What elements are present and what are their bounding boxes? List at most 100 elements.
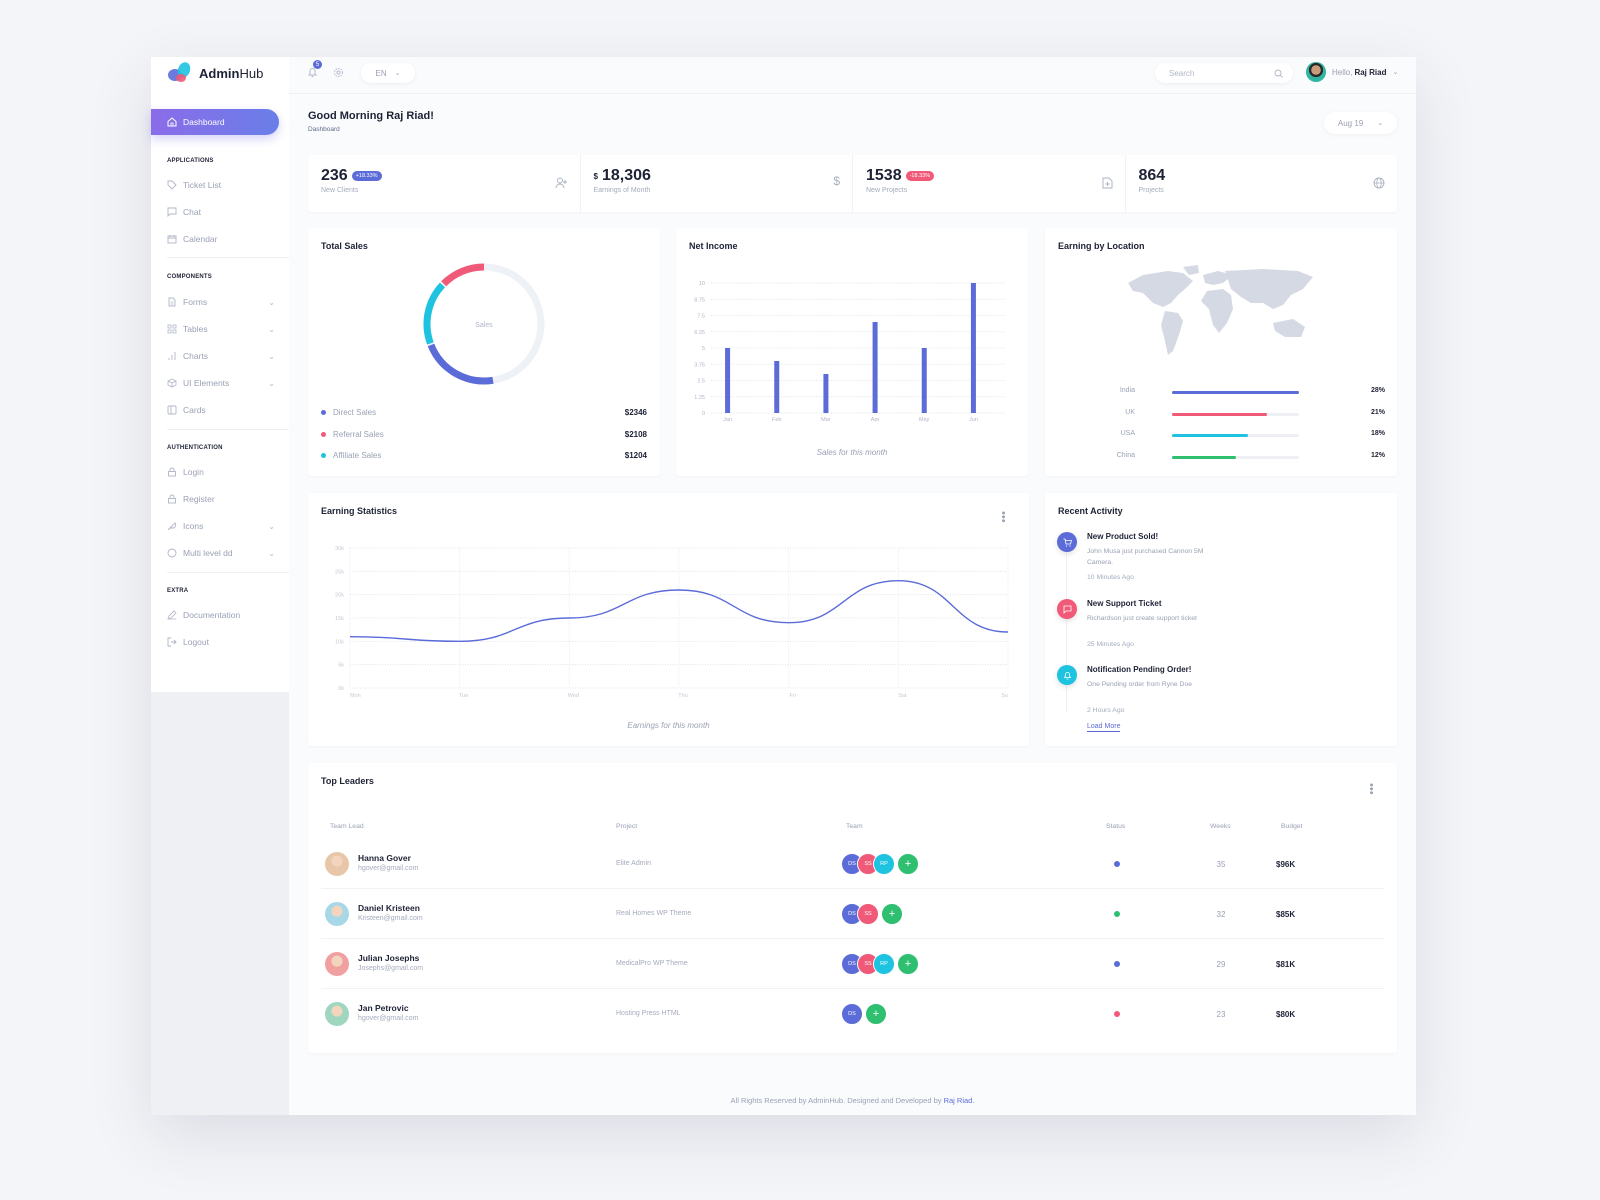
table-row[interactable]: Daniel Kristeen Kristeen@gmail.com Real …: [321, 889, 1384, 939]
sidebar-item-ui-elements[interactable]: UI Elements ⌄: [167, 376, 275, 390]
legend-value: $2108: [624, 430, 647, 439]
date-value: Aug 19: [1337, 118, 1364, 128]
search-input[interactable]: [1169, 68, 1259, 78]
stat-badge: -18.33%: [905, 171, 935, 181]
x-tick-label: Thu: [678, 693, 687, 699]
pen-icon: [167, 610, 177, 620]
more-options-icon[interactable]: •••: [1365, 783, 1377, 795]
donut-slice-referral-sales[interactable]: [441, 263, 485, 287]
tag-icon: [167, 180, 177, 190]
y-tick-label: 3.75: [694, 362, 705, 368]
sidebar-item-charts[interactable]: Charts ⌄: [167, 349, 275, 363]
column-header-status[interactable]: Status: [1106, 823, 1125, 830]
avatar: [325, 1002, 349, 1026]
team-member-avatar[interactable]: RP: [873, 853, 895, 875]
column-header-weeks[interactable]: Weeks: [1210, 823, 1231, 830]
language-select[interactable]: EN ⌄: [361, 63, 415, 83]
sidebar-item-cards[interactable]: Cards: [167, 403, 275, 417]
table-row[interactable]: Jan Petrovic hgover@gmail.com Hosting Pr…: [321, 989, 1384, 1039]
sidebar-item-icons[interactable]: Icons ⌄: [167, 519, 275, 533]
bar-mar[interactable]: [823, 374, 829, 413]
bar-may[interactable]: [921, 348, 927, 413]
legend-value: $2346: [624, 408, 647, 417]
sidebar-item-multi-level[interactable]: Multi level dd ⌄: [167, 546, 275, 560]
date-filter[interactable]: Aug 19 ⌄: [1324, 112, 1397, 134]
table-row[interactable]: Hanna Gover hgover@gmail.com Elite Admin…: [321, 839, 1384, 889]
earning-statistics-card: Earning Statistics ••• 0k 5k 10k 15k 20k 25k 3…: [308, 493, 1029, 746]
project-name: Real Homes WP Theme: [616, 910, 692, 917]
add-member-button[interactable]: +: [897, 953, 919, 975]
divider: [167, 257, 289, 258]
page-title: Good Morning Raj Riad!: [308, 110, 434, 122]
team-member-avatar[interactable]: SS: [857, 903, 879, 925]
stat-projects: 864 Projects: [1126, 155, 1398, 212]
total-sales-donut: Sales: [423, 263, 545, 385]
sidebar-item-forms[interactable]: Forms ⌄: [167, 295, 275, 309]
leader-name: Daniel Kristeen: [358, 903, 420, 913]
sidebar-item-documentation[interactable]: Documentation: [167, 608, 275, 622]
breadcrumb[interactable]: Dashboard: [308, 126, 340, 133]
section-extra: EXTRA: [167, 588, 189, 594]
sidebar-item-logout[interactable]: Logout: [167, 635, 275, 649]
top-leaders-card: Top Leaders ••• Team Lead Project Team S…: [308, 763, 1397, 1053]
search-icon[interactable]: [1274, 69, 1283, 78]
column-header-team-lead[interactable]: Team Lead: [330, 823, 364, 830]
sidebar-item-chat[interactable]: Chat: [167, 205, 275, 219]
donut-center-label: Sales: [475, 322, 493, 329]
footer-author-link[interactable]: Raj Riad.: [944, 1096, 975, 1105]
user-menu[interactable]: Hello, Raj Riad ⌄: [1306, 62, 1398, 82]
bar-jun[interactable]: [970, 283, 976, 413]
column-header-team[interactable]: Team: [846, 823, 863, 830]
y-tick-label: 30k: [335, 546, 344, 552]
settings-button[interactable]: [333, 67, 344, 78]
sidebar-item-dashboard[interactable]: Dashboard: [151, 109, 279, 135]
search-box[interactable]: [1155, 63, 1293, 83]
add-member-button[interactable]: +: [881, 903, 903, 925]
country-name: China: [1116, 451, 1135, 459]
logout-icon: [167, 637, 177, 647]
bar-feb[interactable]: [774, 361, 780, 413]
team-member-avatar[interactable]: RP: [873, 953, 895, 975]
stat-label: New Projects: [866, 187, 908, 194]
bar-apr[interactable]: [872, 322, 878, 413]
currency-symbol: $: [593, 171, 598, 181]
sidebar-item-tables[interactable]: Tables ⌄: [167, 322, 275, 336]
bar-chart-icon: [168, 352, 176, 360]
x-tick-label: May: [919, 417, 930, 423]
column-header-project[interactable]: Project: [616, 823, 637, 830]
budget-value: $85K: [1276, 910, 1296, 919]
weeks-value: 32: [1216, 910, 1226, 919]
sidebar-item-label: Charts: [183, 351, 209, 361]
sidebar-item-login[interactable]: Login: [167, 465, 275, 479]
net-income-bar-chart: 0 1.25 2.5 3.75 5 6.25 7.5 8.75 10 Jan Feb Mar Apr Ma…: [694, 281, 1006, 423]
load-more-link[interactable]: Load More: [1087, 723, 1121, 732]
more-options-icon[interactable]: •••: [997, 511, 1009, 523]
add-member-button[interactable]: +: [897, 853, 919, 875]
activity-time: 10 Minutes Ago: [1087, 574, 1134, 581]
donut-slice-affiliate-sales[interactable]: [423, 282, 446, 345]
sidebar-item-calendar[interactable]: Calendar: [167, 232, 275, 246]
sidebar-item-label: Documentation: [183, 610, 241, 620]
status-dot: [1114, 861, 1120, 867]
bar-jan[interactable]: [725, 348, 731, 413]
team-member-avatar[interactable]: DS: [841, 1003, 863, 1025]
budget-value: $80K: [1276, 1010, 1296, 1019]
legend-label: Affiliate Sales: [333, 451, 382, 460]
donut-slice-direct-sales[interactable]: [427, 343, 494, 385]
stats-card: 236 +18.33% New Clients $18,306 Earnings …: [308, 155, 1397, 212]
chevron-down-icon: ⌄: [268, 521, 275, 531]
budget-value: $96K: [1276, 860, 1296, 869]
y-tick-label: 5k: [338, 663, 344, 669]
logo[interactable]: AdminHub: [167, 62, 263, 83]
section-authentication: AUTHENTICATION: [167, 445, 223, 451]
team-avatars: DS SS RP +: [841, 953, 919, 975]
add-member-button[interactable]: +: [865, 1003, 887, 1025]
user-plus-icon: [555, 177, 567, 189]
chart-caption: Earnings for this month: [627, 721, 710, 730]
sidebar-item-register[interactable]: Register: [167, 492, 275, 506]
column-header-budget[interactable]: Budget: [1281, 823, 1303, 830]
sidebar-item-ticket-list[interactable]: Ticket List: [167, 178, 275, 192]
table-row[interactable]: Julian Josephs Josephs@gmail.com Medical…: [321, 939, 1384, 989]
notification-badge: 5: [313, 60, 322, 69]
project-name: Elite Admin: [616, 860, 652, 867]
